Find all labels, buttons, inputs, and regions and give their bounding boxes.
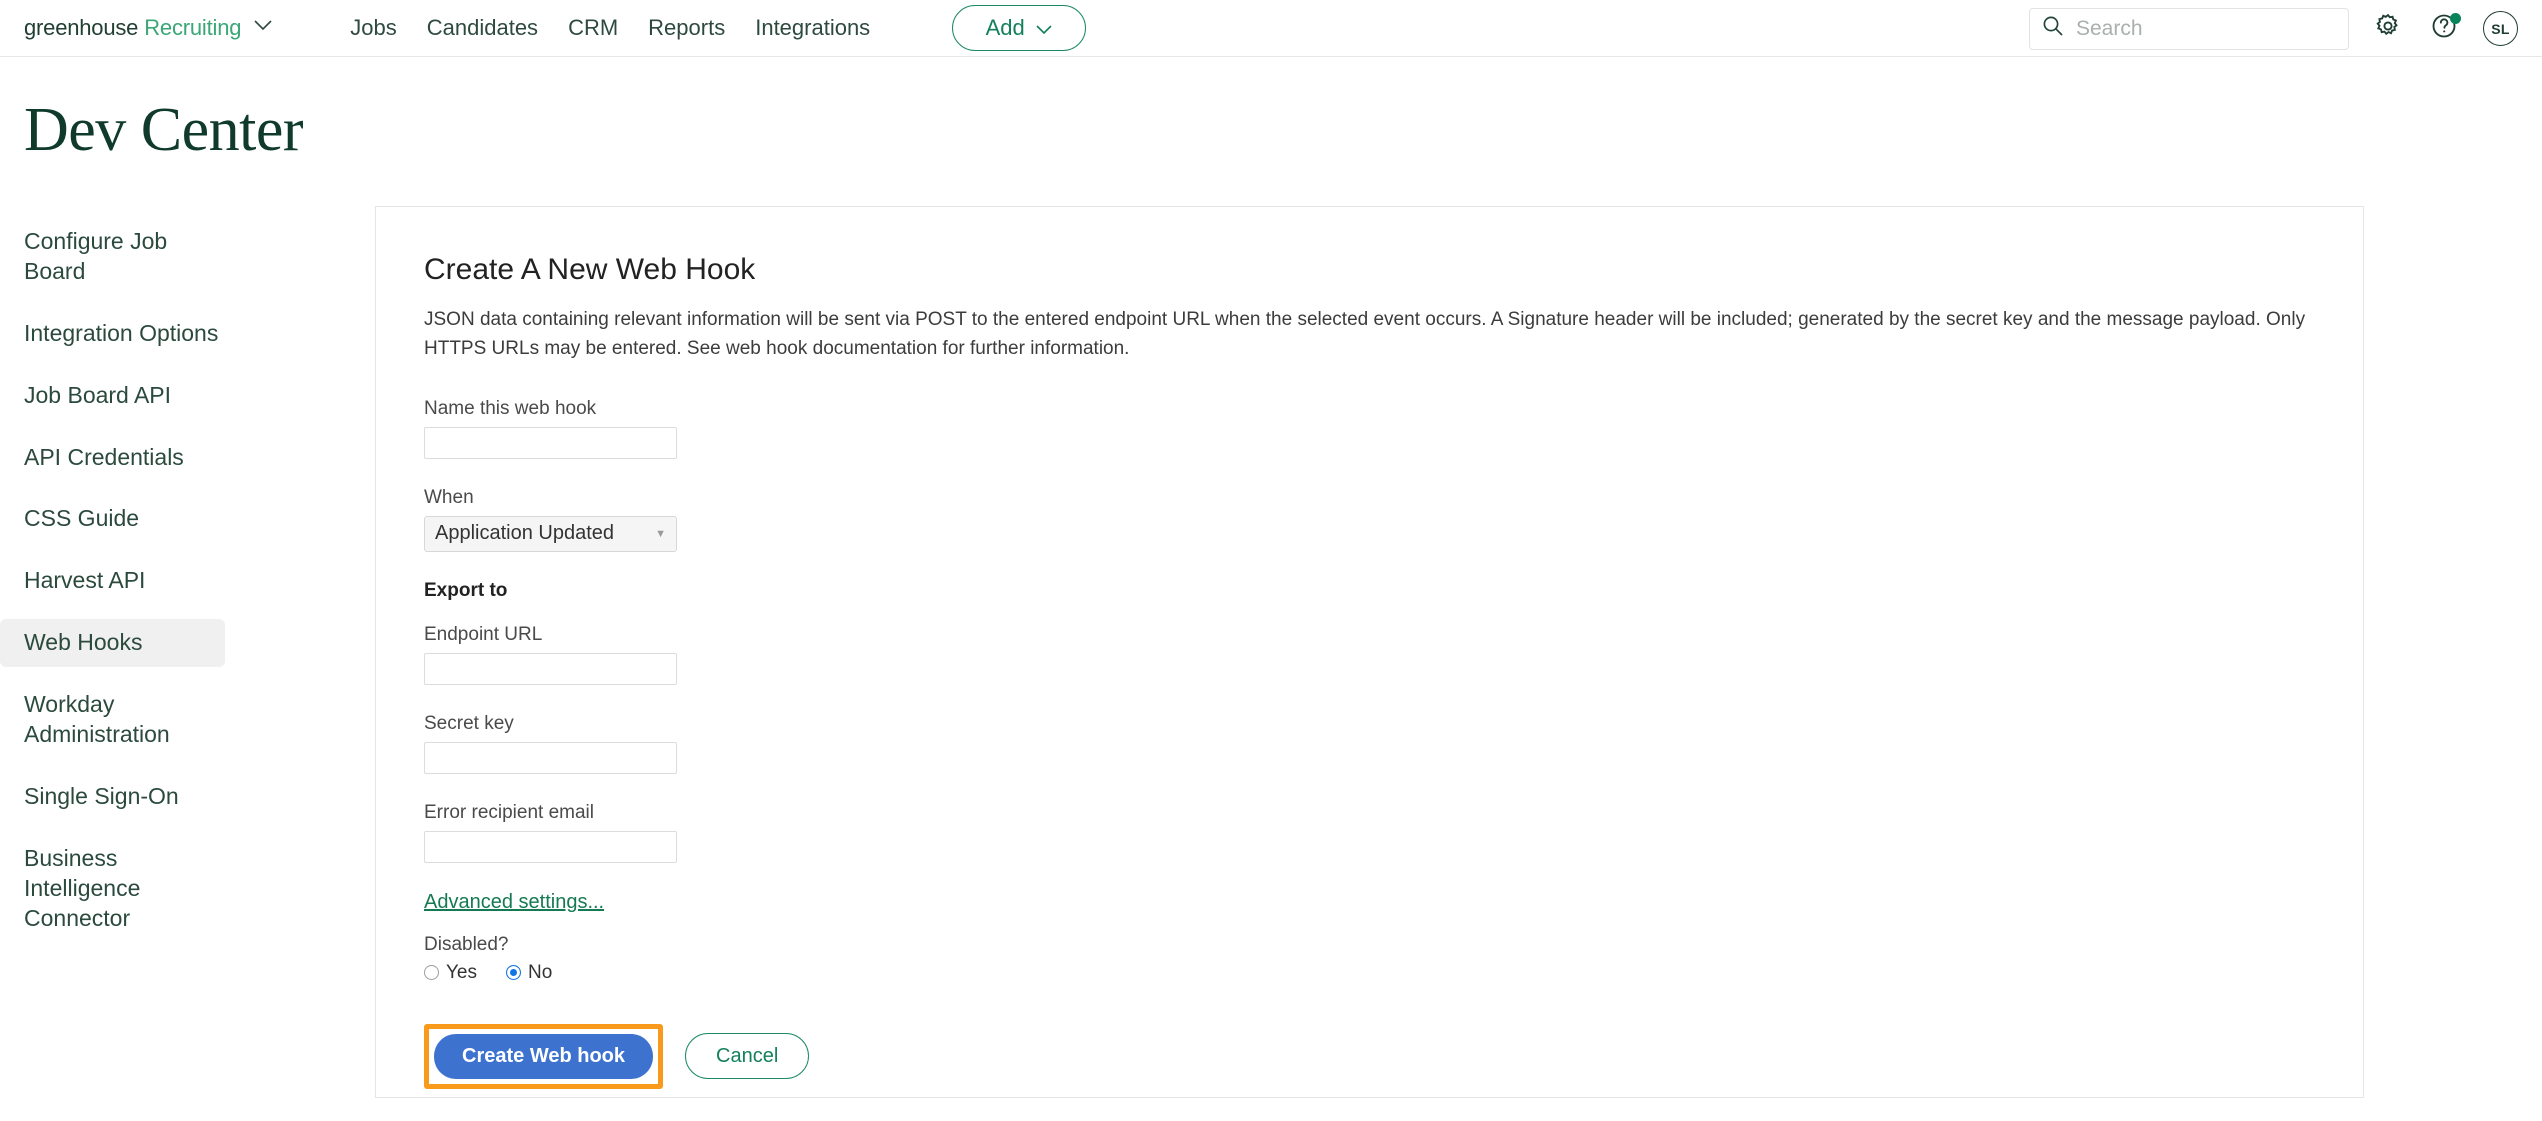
notification-badge-dot [2450, 12, 2461, 24]
page-layout: Configure Job Board Integration Options … [0, 206, 2542, 1098]
radio-no-icon[interactable] [506, 965, 521, 981]
disabled-radio-group: Disabled? Yes No [424, 934, 2363, 984]
field-group-when: When Application Updated ▼ [424, 487, 2363, 552]
form-actions: Create Web hook Cancel [424, 1023, 2363, 1089]
advanced-settings-link[interactable]: Advanced settings... [424, 891, 604, 914]
name-input[interactable] [424, 426, 677, 459]
when-select[interactable]: Application Updated ▼ [424, 515, 677, 552]
caret-down-icon: ▼ [655, 527, 666, 540]
export-to-heading: Export to [424, 579, 508, 601]
sidebar-item-css-guide[interactable]: CSS Guide [0, 495, 225, 543]
sidebar-item-business-intelligence-connector[interactable]: Business Intelligence Connector [0, 835, 225, 943]
sidebar-item-web-hooks[interactable]: Web Hooks [0, 619, 225, 668]
add-button[interactable]: Add [952, 5, 1087, 51]
sidebar-item-api-credentials[interactable]: API Credentials [0, 434, 225, 482]
error-recipient-email-input[interactable] [424, 830, 677, 863]
sidebar-item-job-board-api[interactable]: Job Board API [0, 372, 225, 420]
nav-item-reports[interactable]: Reports [648, 15, 725, 41]
nav-item-integrations[interactable]: Integrations [755, 15, 870, 41]
cancel-button[interactable]: Cancel [685, 1033, 810, 1080]
when-select-value: Application Updated [435, 522, 615, 545]
sidebar-item-single-sign-on[interactable]: Single Sign-On [0, 773, 225, 821]
search-input[interactable] [2074, 15, 2336, 42]
when-field-label: When [424, 486, 474, 508]
sidebar-item-workday-administration[interactable]: Workday Administration [0, 681, 225, 759]
radio-yes-icon[interactable] [424, 965, 439, 981]
card-description: JSON data containing relevant informatio… [424, 309, 2306, 360]
avatar[interactable]: SL [2483, 11, 2518, 46]
sidebar-item-configure-job-board[interactable]: Configure Job Board [0, 218, 225, 296]
search-icon [2042, 15, 2064, 42]
field-group-name: Name this web hook [424, 398, 2363, 459]
disabled-group-label: Disabled? [424, 933, 509, 955]
disabled-no-label: No [528, 961, 553, 983]
endpoint-url-label: Endpoint URL [424, 623, 543, 645]
card-title: Create A New Web Hook [424, 253, 756, 286]
nav-item-crm[interactable]: CRM [568, 15, 618, 41]
main-nav-links: Jobs Candidates CRM Reports Integrations [350, 15, 870, 41]
top-bar-right-actions: SL [2029, 0, 2518, 57]
field-group-secret-key: Secret key [424, 713, 2363, 774]
add-button-label: Add [985, 15, 1025, 40]
disabled-yes-label: Yes [446, 961, 477, 983]
create-web-hook-card: Create A New Web Hook JSON data containi… [375, 206, 2364, 1098]
gear-icon [2374, 12, 2402, 45]
chevron-down-icon[interactable] [253, 19, 273, 37]
sidebar-item-harvest-api[interactable]: Harvest API [0, 557, 225, 605]
disabled-options-row: Yes No [424, 962, 2363, 984]
page-title: Dev Center [24, 96, 304, 164]
settings-gear-button[interactable] [2371, 12, 2405, 46]
name-field-label: Name this web hook [424, 397, 597, 419]
brand-name-primary: greenhouse [24, 15, 139, 40]
chevron-down-icon [1035, 15, 1053, 41]
submit-button-highlight-annotation: Create Web hook [424, 1023, 663, 1089]
nav-item-jobs[interactable]: Jobs [350, 15, 396, 41]
sidebar-item-integration-options[interactable]: Integration Options [0, 310, 225, 358]
endpoint-url-input[interactable] [424, 652, 677, 685]
create-web-hook-button[interactable]: Create Web hook [434, 1033, 653, 1079]
disabled-option-yes[interactable]: Yes [424, 962, 477, 984]
field-group-error-email: Error recipient email [424, 802, 2363, 863]
secret-key-label: Secret key [424, 712, 514, 734]
disabled-option-no[interactable]: No [506, 962, 552, 984]
help-button[interactable] [2427, 12, 2461, 46]
sidebar-navigation: Configure Job Board Integration Options … [0, 206, 375, 1098]
nav-item-candidates[interactable]: Candidates [427, 15, 538, 41]
brand-logo[interactable]: greenhouse Recruiting [24, 15, 273, 41]
error-recipient-email-label: Error recipient email [424, 801, 594, 823]
top-navigation-bar: greenhouse Recruiting Jobs Candidates CR… [0, 0, 2542, 57]
field-group-endpoint-url: Endpoint URL [424, 624, 2363, 685]
secret-key-input[interactable] [424, 741, 677, 774]
brand-name-secondary: Recruiting [144, 15, 242, 40]
search-box[interactable] [2029, 7, 2349, 50]
